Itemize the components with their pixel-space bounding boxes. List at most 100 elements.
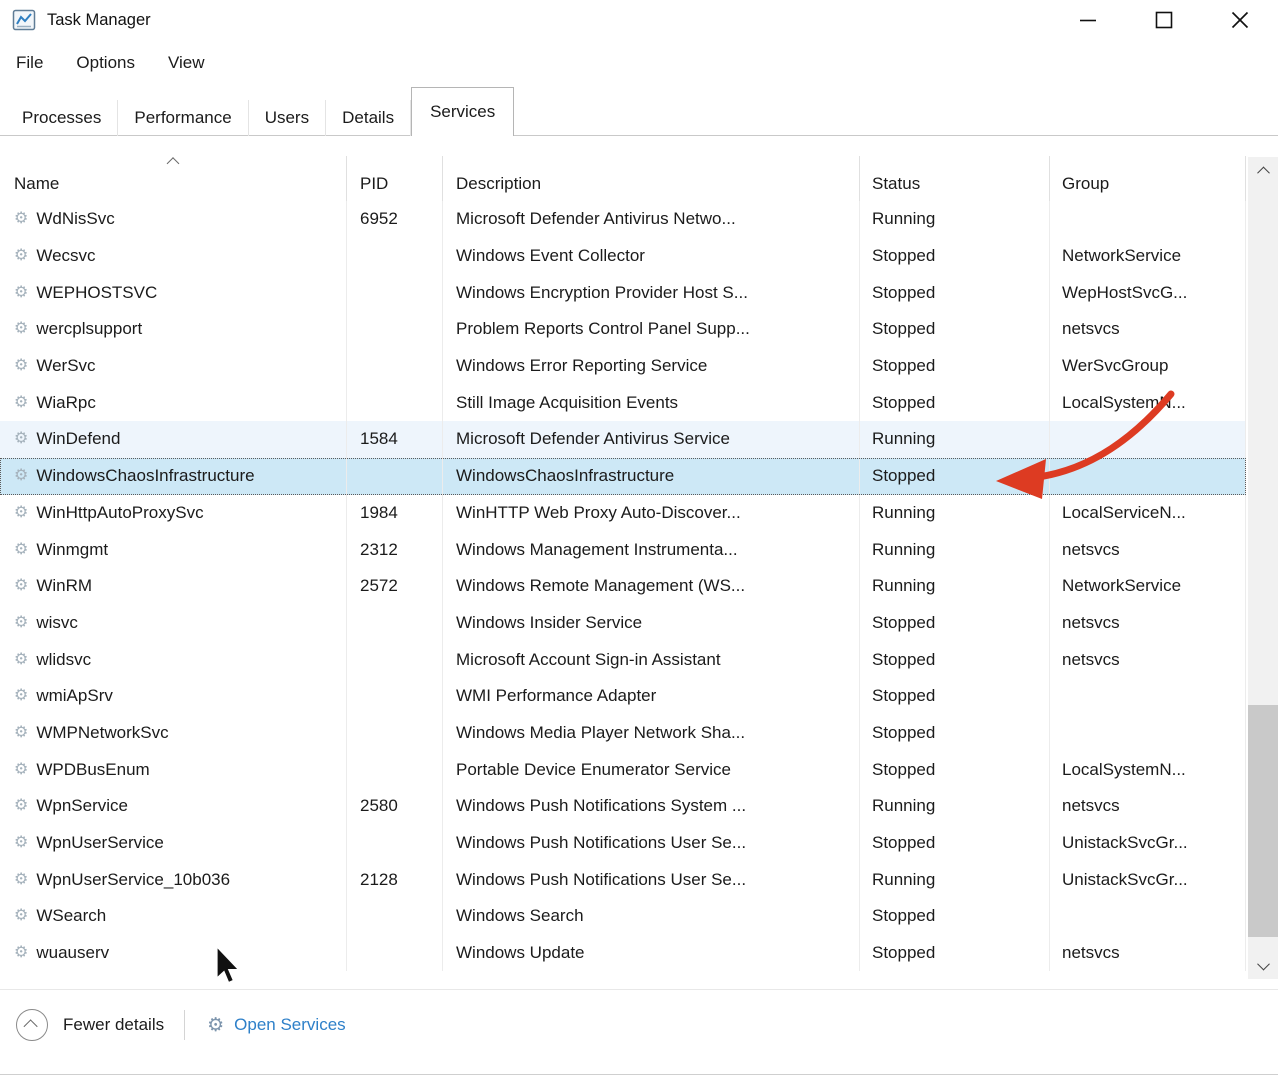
minimize-button[interactable] [1050,0,1126,40]
service-status: Stopped [860,641,1050,678]
chevron-down-icon [1257,957,1270,970]
service-gear-icon: ⚙ [14,688,28,704]
service-group: netsvcs [1050,531,1246,568]
service-name: wercplsupport [36,319,142,339]
column-header-description[interactable]: Description [443,156,860,201]
service-gear-icon: ⚙ [14,615,28,631]
service-pid [347,751,443,788]
service-description: Windows Search [443,898,860,935]
column-label: Description [456,174,541,194]
service-status: Stopped [860,605,1050,642]
service-row-wpdbusenum[interactable]: ⚙WPDBusEnumPortable Device Enumerator Se… [0,751,1246,788]
service-gear-icon: ⚙ [14,358,28,374]
service-status: Running [860,788,1050,825]
service-row-wisvc[interactable]: ⚙wisvcWindows Insider ServiceStoppednets… [0,605,1246,642]
service-row-wlidsvc[interactable]: ⚙wlidsvcMicrosoft Account Sign-in Assist… [0,641,1246,678]
service-row-windefend[interactable]: ⚙WinDefend1584Microsoft Defender Antivir… [0,421,1246,458]
service-group: WepHostSvcG... [1050,274,1246,311]
service-name: WinHttpAutoProxySvc [36,503,203,523]
gear-icon: ⚙ [207,1016,224,1035]
column-label: Status [872,174,920,194]
service-gear-icon: ⚙ [14,211,28,227]
service-row-wecsvc[interactable]: ⚙WecsvcWindows Event CollectorStoppedNet… [0,238,1246,275]
service-name-cell: ⚙Wecsvc [0,238,347,275]
service-gear-icon: ⚙ [14,835,28,851]
service-row-wpnservice[interactable]: ⚙WpnService2580Windows Push Notification… [0,788,1246,825]
service-row-wsearch[interactable]: ⚙WSearchWindows SearchStopped [0,898,1246,935]
service-name-cell: ⚙WinRM [0,568,347,605]
service-row-wercplsupport[interactable]: ⚙wercplsupportProblem Reports Control Pa… [0,311,1246,348]
service-gear-icon: ⚙ [14,945,28,961]
scrollbar-down-button[interactable] [1248,951,1278,979]
service-status: Running [860,861,1050,898]
service-group: UnistackSvcGr... [1050,825,1246,862]
column-header-pid[interactable]: PID [347,156,443,201]
maximize-icon [1155,11,1173,29]
service-row-windowschaosinfrastructure[interactable]: ⚙ WindowsChaosInfrastructure WindowsChaosI… [0,458,1246,495]
window-controls [1050,0,1278,40]
tab-services[interactable]: Services [411,87,514,136]
service-description: Windows Update [443,935,860,972]
service-row-wdnissvc[interactable]: ⚙WdNisSvc6952Microsoft Defender Antiviru… [0,201,1246,238]
service-name-cell: ⚙WpnService [0,788,347,825]
service-name: WindowsChaosInfrastructure [36,466,254,486]
service-status: Stopped [860,311,1050,348]
column-header-status[interactable]: Status [860,156,1050,201]
vertical-scrollbar[interactable] [1248,157,1278,979]
service-row-wpnuserservice_10b036[interactable]: ⚙WpnUserService_10b0362128Windows Push N… [0,861,1246,898]
service-row-winmgmt[interactable]: ⚙Winmgmt2312Windows Management Instrumen… [0,531,1246,568]
service-gear-icon: ⚙ [14,908,28,924]
service-name: WpnService [36,796,128,816]
service-group [1050,678,1246,715]
service-row-wersvc[interactable]: ⚙WerSvcWindows Error Reporting ServiceSt… [0,348,1246,385]
tab-users[interactable]: Users [249,100,326,136]
service-name: Winmgmt [36,540,108,560]
service-status: Stopped [860,458,1050,495]
service-group [1050,898,1246,935]
service-name-cell: ⚙WpnUserService [0,825,347,862]
service-gear-icon: ⚙ [14,725,28,741]
service-status: Running [860,201,1050,238]
tab-processes[interactable]: Processes [6,100,118,136]
column-header-group[interactable]: Group [1050,156,1246,201]
service-row-wmiapsrv[interactable]: ⚙wmiApSrvWMI Performance AdapterStopped [0,678,1246,715]
scrollbar-thumb[interactable] [1248,705,1278,937]
service-name-cell: ⚙wuauserv [0,935,347,972]
open-services-link[interactable]: ⚙ Open Services [207,1015,346,1035]
tab-details[interactable]: Details [326,100,411,136]
service-group: LocalSystemN... [1050,751,1246,788]
service-status: Stopped [860,898,1050,935]
service-row-wpnuserservice[interactable]: ⚙WpnUserServiceWindows Push Notification… [0,825,1246,862]
service-row-wephostsvc[interactable]: ⚙WEPHOSTSVCWindows Encryption Provider H… [0,274,1246,311]
service-row-wiarpc[interactable]: ⚙WiaRpcStill Image Acquisition EventsSto… [0,384,1246,421]
column-header-name[interactable]: Name [0,156,347,201]
service-name: WMPNetworkSvc [36,723,168,743]
close-button[interactable] [1202,0,1278,40]
footer-divider [184,1010,185,1040]
service-name: WiaRpc [36,393,96,413]
service-row-winhttpautoproxysvc[interactable]: ⚙WinHttpAutoProxySvc1984WinHTTP Web Prox… [0,495,1246,532]
service-description: WindowsChaosInfrastructure [443,458,860,495]
service-pid [347,384,443,421]
service-gear-icon: ⚙ [14,431,28,447]
service-status: Stopped [860,751,1050,788]
service-pid [347,458,443,495]
scrollbar-up-button[interactable] [1248,157,1278,185]
task-manager-window: Task Manager FileOptionsView Proces [0,0,1278,1079]
service-row-wuauserv[interactable]: ⚙wuauservWindows UpdateStoppednetsvcs [0,935,1246,972]
menu-item-view[interactable]: View [165,51,208,75]
maximize-button[interactable] [1126,0,1202,40]
service-row-winrm[interactable]: ⚙WinRM2572Windows Remote Management (WS.… [0,568,1246,605]
close-icon [1231,11,1249,29]
service-pid [347,641,443,678]
menu-item-options[interactable]: Options [73,51,138,75]
menu-item-file[interactable]: File [13,51,46,75]
service-name-cell: ⚙WpnUserService_10b036 [0,861,347,898]
service-pid: 2312 [347,531,443,568]
service-gear-icon: ⚙ [14,468,28,484]
fewer-details-button[interactable]: Fewer details [16,1009,164,1041]
column-label: PID [360,174,388,194]
tab-performance[interactable]: Performance [118,100,248,136]
service-description: Windows Error Reporting Service [443,348,860,385]
service-row-wmpnetworksvc[interactable]: ⚙WMPNetworkSvcWindows Media Player Netwo… [0,715,1246,752]
